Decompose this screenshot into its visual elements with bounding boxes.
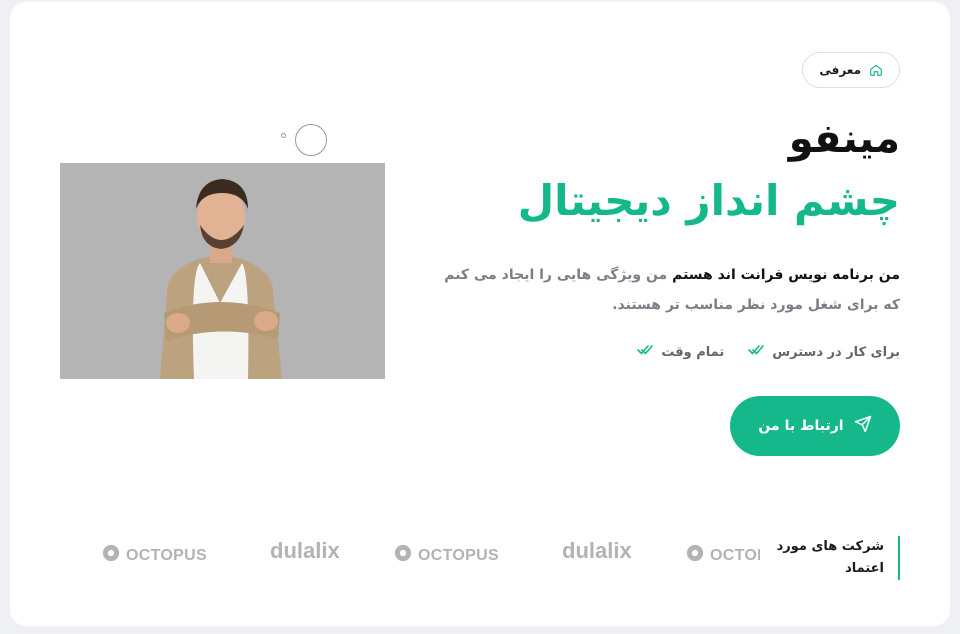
- home-icon: [869, 63, 883, 77]
- send-icon: [854, 415, 872, 437]
- logo-strip: OCTOPUS dulalix OCTOPUS dulalix OCTOPUS: [100, 536, 760, 580]
- octopus-logo: OCTOPUS: [394, 544, 499, 567]
- decorative-dot: [281, 133, 286, 138]
- profile-photo: [60, 163, 385, 379]
- logo-text: OCTOPUS: [126, 546, 207, 564]
- hero-description: من برنامه نویس فرانت اند هستم من ویژگی ه…: [430, 260, 900, 320]
- contact-me-label: ارتباط با من: [758, 418, 844, 434]
- logo-text: dulalix: [562, 538, 632, 563]
- decorative-circle: [295, 124, 327, 156]
- breadcrumb-label: معرفی: [819, 63, 861, 77]
- logo-text: OCTOPUS: [710, 546, 760, 564]
- dulalix-logo: dulalix: [562, 538, 632, 564]
- hero-tagline: چشم انداز دیجیتال: [517, 176, 900, 225]
- feature-label: برای کار در دسترس: [772, 344, 900, 360]
- feature-item: تمام وقت: [637, 344, 724, 360]
- double-check-icon: [748, 344, 765, 360]
- feature-item: برای کار در دسترس: [748, 344, 900, 360]
- logo-text: OCTOPUS: [418, 546, 499, 564]
- hero-description-strong: من برنامه نویس فرانت اند هستم: [672, 267, 900, 283]
- octopus-logo-icon: [686, 544, 704, 567]
- octopus-logo-icon: [394, 544, 412, 567]
- octopus-logo: OCTOPUS: [102, 544, 207, 567]
- logo-text: dulalix: [270, 538, 340, 563]
- trusted-companies-title: شرکت های مورد اعتماد: [774, 536, 900, 580]
- hero-card: معرفی مینفو چشم انداز دیجیتال من برنامه …: [10, 2, 950, 626]
- feature-label: تمام وقت: [661, 344, 725, 360]
- dulalix-logo: dulalix: [270, 538, 340, 564]
- contact-me-button[interactable]: ارتباط با من: [730, 396, 900, 456]
- octopus-logo-icon: [102, 544, 120, 567]
- feature-list: برای کار در دسترس تمام وقت: [637, 344, 900, 360]
- hero-name: مینفو: [788, 116, 900, 162]
- double-check-icon: [637, 344, 654, 360]
- octopus-logo: OCTOPUS: [686, 544, 760, 567]
- breadcrumb-pill[interactable]: معرفی: [802, 52, 900, 88]
